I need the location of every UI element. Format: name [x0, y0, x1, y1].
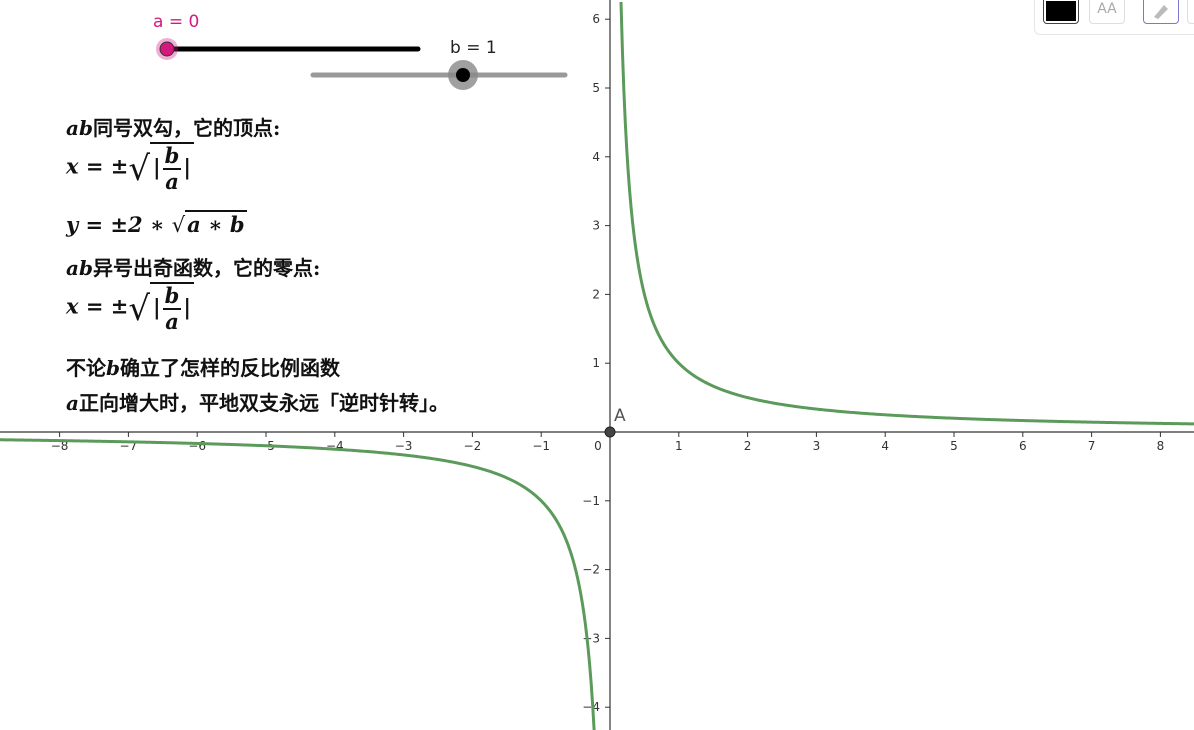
sqrt-radicand-3: | b a |	[150, 282, 194, 334]
text-line-7: a正向增大时，平地双支永远「逆时针转」。	[66, 387, 449, 416]
y-tick-label: 6	[592, 12, 600, 26]
text-size-button[interactable]: AA	[1089, 0, 1125, 24]
text-line-1: ab同号双勾，它的顶点:	[66, 112, 280, 141]
var-b: b	[106, 356, 120, 380]
x-tick-label: −2	[464, 439, 482, 453]
x-tick-label: 3	[813, 439, 821, 453]
text-line-4: ab异号出奇函数，它的零点:	[66, 252, 320, 281]
fraction-b-over-a-2: ba	[162, 283, 182, 334]
x-tick-label: 5	[950, 439, 958, 453]
var-a: a	[66, 391, 79, 415]
text-line-1-rest: 同号双勾，它的顶点:	[92, 116, 281, 140]
slider-a[interactable]	[156, 38, 421, 60]
x-tick-label: 2	[744, 439, 752, 453]
sqrt-sign-3: √ | b a |	[128, 282, 194, 334]
abs-bar-right-3: |	[183, 294, 191, 320]
fraction-b-over-a-1: ba	[162, 143, 182, 194]
formula-x-vertex: x = ±√ | b a |	[66, 142, 194, 194]
color-swatch	[1046, 1, 1076, 21]
point-a-marker[interactable]	[604, 426, 616, 438]
text-line-4-rest: 异号出奇函数，它的零点:	[92, 256, 321, 280]
color-swatch-button[interactable]	[1043, 0, 1079, 24]
y-tick-label: −2	[582, 563, 600, 577]
text-line-6-pre: 不论	[66, 356, 106, 380]
pen-style-button[interactable]	[1143, 0, 1179, 24]
y-tick-label: 4	[592, 150, 600, 164]
slider-a-knob[interactable]	[159, 41, 175, 57]
point-a-label: A	[614, 406, 626, 426]
style-toolbar: AA	[1034, 0, 1194, 35]
sqrt-sign-1: √ | b a |	[128, 142, 194, 194]
x-tick-label: 6	[1019, 439, 1027, 453]
sqrt-radicand-1: | b a |	[150, 142, 194, 194]
curve-branch-negative[interactable]	[0, 438, 596, 730]
formula-x-lhs: x = ±	[66, 153, 129, 179]
slider-b-label: b = 1	[450, 38, 497, 58]
abs-bar-left-1: |	[153, 154, 161, 180]
x-tick-label: 4	[881, 439, 889, 453]
text-line-7-rest: 正向增大时，平地双支永远「逆时针转」。	[78, 391, 449, 415]
x-tick-label: −3	[395, 439, 413, 453]
slider-b[interactable]	[310, 60, 568, 90]
fraction-numerator-1: b	[162, 143, 182, 170]
y-tick-label: 1	[592, 356, 600, 370]
abs-bar-left-3: |	[153, 294, 161, 320]
fraction-denominator-1: a	[165, 169, 179, 194]
fraction-denominator-2: a	[165, 309, 179, 334]
fraction-numerator-2: b	[162, 283, 182, 310]
x-tick-label: 7	[1088, 439, 1096, 453]
formula-y-vertex: y = ±2 ∗ √a ∗ b	[66, 210, 247, 237]
x-tick-label: −1	[532, 439, 550, 453]
formula-x-zero: x = ±√ | b a |	[66, 282, 194, 334]
text-size-icon: AA	[1097, 1, 1117, 17]
x-tick-label: 0	[594, 439, 602, 453]
y-tick-label: 3	[592, 219, 600, 233]
slider-b-knob[interactable]	[456, 68, 470, 82]
y-tick-label: 2	[592, 287, 600, 301]
slider-a-label: a = 0	[153, 12, 200, 32]
more-style-button[interactable]	[1187, 0, 1194, 24]
var-ab: ab	[66, 116, 93, 140]
x-tick-label: 1	[675, 439, 683, 453]
formula-x-lhs-2: x = ±	[66, 293, 129, 319]
y-tick-label: 5	[592, 81, 600, 95]
formula-y-lhs: y = ±2 ∗	[66, 212, 172, 237]
sqrt-radicand-2: a ∗ b	[185, 210, 247, 237]
text-line-6-rest: 确立了怎样的反比例函数	[119, 356, 340, 380]
curve-branch-positive[interactable]	[619, 1, 1194, 426]
x-tick-label: −6	[188, 439, 206, 453]
y-tick-label: −3	[582, 631, 600, 645]
text-line-6: 不论b确立了怎样的反比例函数	[66, 352, 340, 381]
abs-bar-right-1: |	[183, 154, 191, 180]
y-tick-label: −1	[582, 494, 600, 508]
pen-icon	[1154, 5, 1168, 19]
var-ab-2: ab	[66, 256, 93, 280]
x-tick-label: 8	[1157, 439, 1165, 453]
